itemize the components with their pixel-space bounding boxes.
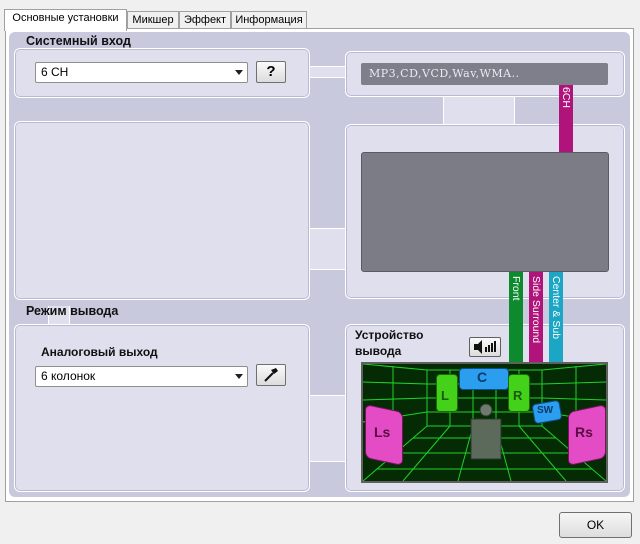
speaker-center-label: C bbox=[477, 369, 488, 385]
source-formats-display: MP3,CD,VCD,Wav,WMA.. bbox=[361, 63, 608, 85]
tab-basic-settings[interactable]: Основные установки bbox=[4, 9, 127, 31]
speaker-diagram: L C R SW Ls Rs bbox=[361, 362, 608, 483]
connector bbox=[306, 66, 348, 78]
channel-center-sub-label: Center & Sub bbox=[550, 276, 562, 340]
connector bbox=[443, 95, 515, 125]
speaker-volume-icon bbox=[474, 340, 496, 354]
output-speakers-value: 6 колонок bbox=[41, 369, 96, 383]
analog-output-label: Аналоговый выход bbox=[41, 345, 158, 359]
ok-button[interactable]: OK bbox=[559, 512, 632, 538]
connector bbox=[306, 228, 348, 270]
speaker-front-left-label: L bbox=[441, 388, 449, 403]
input-mode-value: 6 CH bbox=[41, 65, 69, 79]
system-input-label: Системный вход bbox=[26, 34, 131, 48]
speaker-subwoofer-label: SW bbox=[537, 405, 554, 416]
tab-information[interactable]: Информация bbox=[231, 11, 307, 29]
chevron-down-icon bbox=[235, 374, 243, 379]
speaker-surround-left-label: Ls bbox=[374, 424, 391, 440]
output-speakers-select[interactable]: 6 колонок bbox=[35, 366, 248, 387]
channel-front-bar: Front bbox=[509, 272, 523, 362]
help-button[interactable]: ? bbox=[256, 61, 286, 83]
channel-front-label: Front bbox=[510, 276, 522, 301]
channel-6ch-bar: 6CH bbox=[559, 85, 573, 152]
empty-panel bbox=[14, 121, 310, 300]
speaker-front-right-label: R bbox=[513, 388, 523, 403]
speaker-test-button[interactable] bbox=[256, 364, 286, 386]
output-mode-label: Режим вывода bbox=[26, 304, 119, 318]
channel-center-sub-bar: Center & Sub bbox=[549, 272, 563, 362]
volume-button[interactable] bbox=[469, 337, 501, 357]
input-mode-select[interactable]: 6 CH bbox=[35, 62, 248, 83]
connector bbox=[306, 395, 348, 462]
tab-effect[interactable]: Эффект bbox=[179, 11, 231, 29]
speaker-surround-right-label: Rs bbox=[575, 424, 593, 440]
hammer-icon bbox=[264, 368, 278, 382]
channel-6ch-label: 6CH bbox=[560, 87, 572, 109]
tab-mixer[interactable]: Микшер bbox=[127, 11, 179, 29]
chevron-down-icon bbox=[235, 70, 243, 75]
channel-side-surround-label: Side Surround bbox=[530, 276, 542, 344]
processing-screen bbox=[361, 152, 609, 272]
output-device-label-1: Устройство bbox=[355, 328, 424, 342]
output-device-label-2: вывода bbox=[355, 344, 402, 358]
channel-side-surround-bar: Side Surround bbox=[529, 272, 543, 362]
